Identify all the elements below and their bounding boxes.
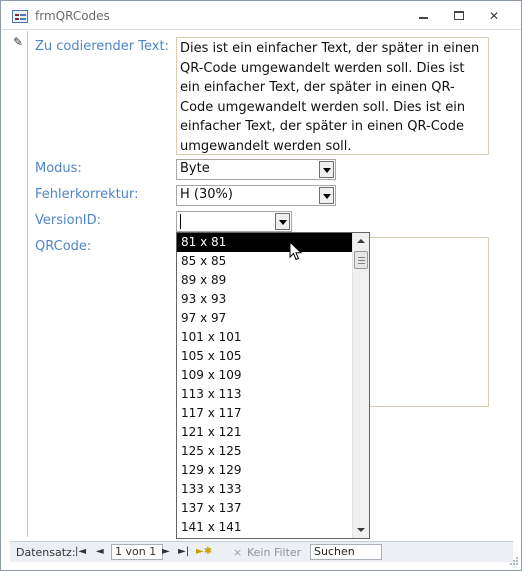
dropdown-item[interactable]: 129 x 129 bbox=[177, 461, 352, 480]
dropdown-item[interactable]: 125 x 125 bbox=[177, 442, 352, 461]
search-input[interactable]: Suchen bbox=[310, 544, 382, 560]
text-input[interactable]: Dies ist ein einfacher Text, der später … bbox=[176, 37, 489, 155]
first-record-button[interactable]: |◄ bbox=[75, 545, 86, 559]
text-caret bbox=[180, 214, 181, 229]
dropdown-item[interactable]: 89 x 89 bbox=[177, 271, 352, 290]
dropdown-item[interactable]: 85 x 85 bbox=[177, 252, 352, 271]
minimize-button[interactable] bbox=[415, 9, 433, 23]
minimize-icon bbox=[419, 17, 428, 19]
current-record-field[interactable]: 1 von 1 bbox=[111, 544, 163, 560]
scroll-down-button[interactable] bbox=[353, 521, 369, 538]
dropdown-item[interactable]: 105 x 105 bbox=[177, 347, 352, 366]
dropdown-item[interactable]: 133 x 133 bbox=[177, 480, 352, 499]
versionid-label: VersionID: bbox=[35, 213, 102, 228]
dropdown-item[interactable]: 97 x 97 bbox=[177, 309, 352, 328]
modus-combobox[interactable]: Byte bbox=[176, 159, 336, 180]
fehlerkorrektur-label: Fehlerkorrektur: bbox=[35, 187, 139, 202]
text-label: Zu codierender Text: bbox=[35, 39, 169, 54]
window-title: frmQRCodes bbox=[35, 9, 110, 23]
record-navigation-bar: Datensatz: |◄ ◄ 1 von 1 ► ►| ►✱ ⨯ Kein F… bbox=[10, 541, 513, 562]
fehlerkorrektur-value: H (30%) bbox=[180, 187, 233, 202]
dropdown-item[interactable]: 101 x 101 bbox=[177, 328, 352, 347]
previous-record-button[interactable]: ◄ bbox=[96, 545, 104, 559]
mouse-pointer-icon bbox=[289, 241, 303, 261]
qrcode-label: QRCode: bbox=[35, 239, 92, 254]
versionid-dropdown-list[interactable]: 81 x 81 85 x 85 89 x 89 93 x 93 97 x 97 101 x… bbox=[176, 232, 370, 539]
no-filter-button[interactable]: Kein Filter bbox=[247, 546, 301, 559]
resize-grip-icon[interactable] bbox=[509, 556, 519, 566]
chevron-down-icon bbox=[323, 168, 331, 173]
scroll-up-button[interactable] bbox=[353, 233, 369, 250]
versionid-combobox[interactable] bbox=[176, 211, 292, 232]
fehlerkorrektur-combobox[interactable]: H (30%) bbox=[176, 185, 336, 206]
close-icon: ✕ bbox=[488, 9, 500, 23]
title-bar: frmQRCodes ✕ bbox=[2, 2, 521, 30]
dropdown-scrollbar[interactable] bbox=[352, 233, 369, 538]
dropdown-item[interactable]: 121 x 121 bbox=[177, 423, 352, 442]
modus-dropdown-button[interactable] bbox=[319, 161, 334, 178]
versionid-dropdown-button[interactable] bbox=[275, 213, 290, 230]
dropdown-item[interactable]: 137 x 137 bbox=[177, 499, 352, 518]
maximize-icon bbox=[454, 11, 464, 20]
chevron-down-icon bbox=[323, 194, 331, 199]
modus-label: Modus: bbox=[35, 161, 82, 176]
arrow-down-icon bbox=[357, 528, 365, 532]
chevron-down-icon bbox=[279, 220, 287, 225]
dropdown-item[interactable]: 117 x 117 bbox=[177, 404, 352, 423]
new-record-button[interactable]: ►✱ bbox=[196, 545, 212, 559]
form-icon bbox=[12, 10, 28, 23]
dropdown-item[interactable]: 93 x 93 bbox=[177, 290, 352, 309]
fehlerkorrektur-dropdown-button[interactable] bbox=[319, 187, 334, 204]
dropdown-item[interactable]: 113 x 113 bbox=[177, 385, 352, 404]
next-record-button[interactable]: ► bbox=[162, 545, 170, 559]
dropdown-items: 81 x 81 85 x 85 89 x 89 93 x 93 97 x 97 101 x… bbox=[177, 233, 352, 538]
nav-label: Datensatz: bbox=[16, 546, 76, 559]
dropdown-item[interactable]: 81 x 81 bbox=[177, 233, 352, 252]
form-window: frmQRCodes ✕ ✎ Zu codierender Text: Dies… bbox=[0, 0, 522, 571]
filter-icon: ⨯ bbox=[233, 546, 243, 559]
record-selector[interactable]: ✎ bbox=[9, 31, 28, 537]
scroll-thumb[interactable] bbox=[354, 251, 368, 269]
maximize-button[interactable] bbox=[450, 9, 468, 23]
arrow-up-icon bbox=[357, 239, 365, 243]
close-button[interactable]: ✕ bbox=[485, 9, 503, 23]
last-record-button[interactable]: ►| bbox=[178, 545, 189, 559]
pencil-icon: ✎ bbox=[13, 35, 24, 49]
dropdown-item[interactable]: 141 x 141 bbox=[177, 518, 352, 537]
dropdown-item[interactable]: 109 x 109 bbox=[177, 366, 352, 385]
modus-value: Byte bbox=[180, 161, 210, 176]
